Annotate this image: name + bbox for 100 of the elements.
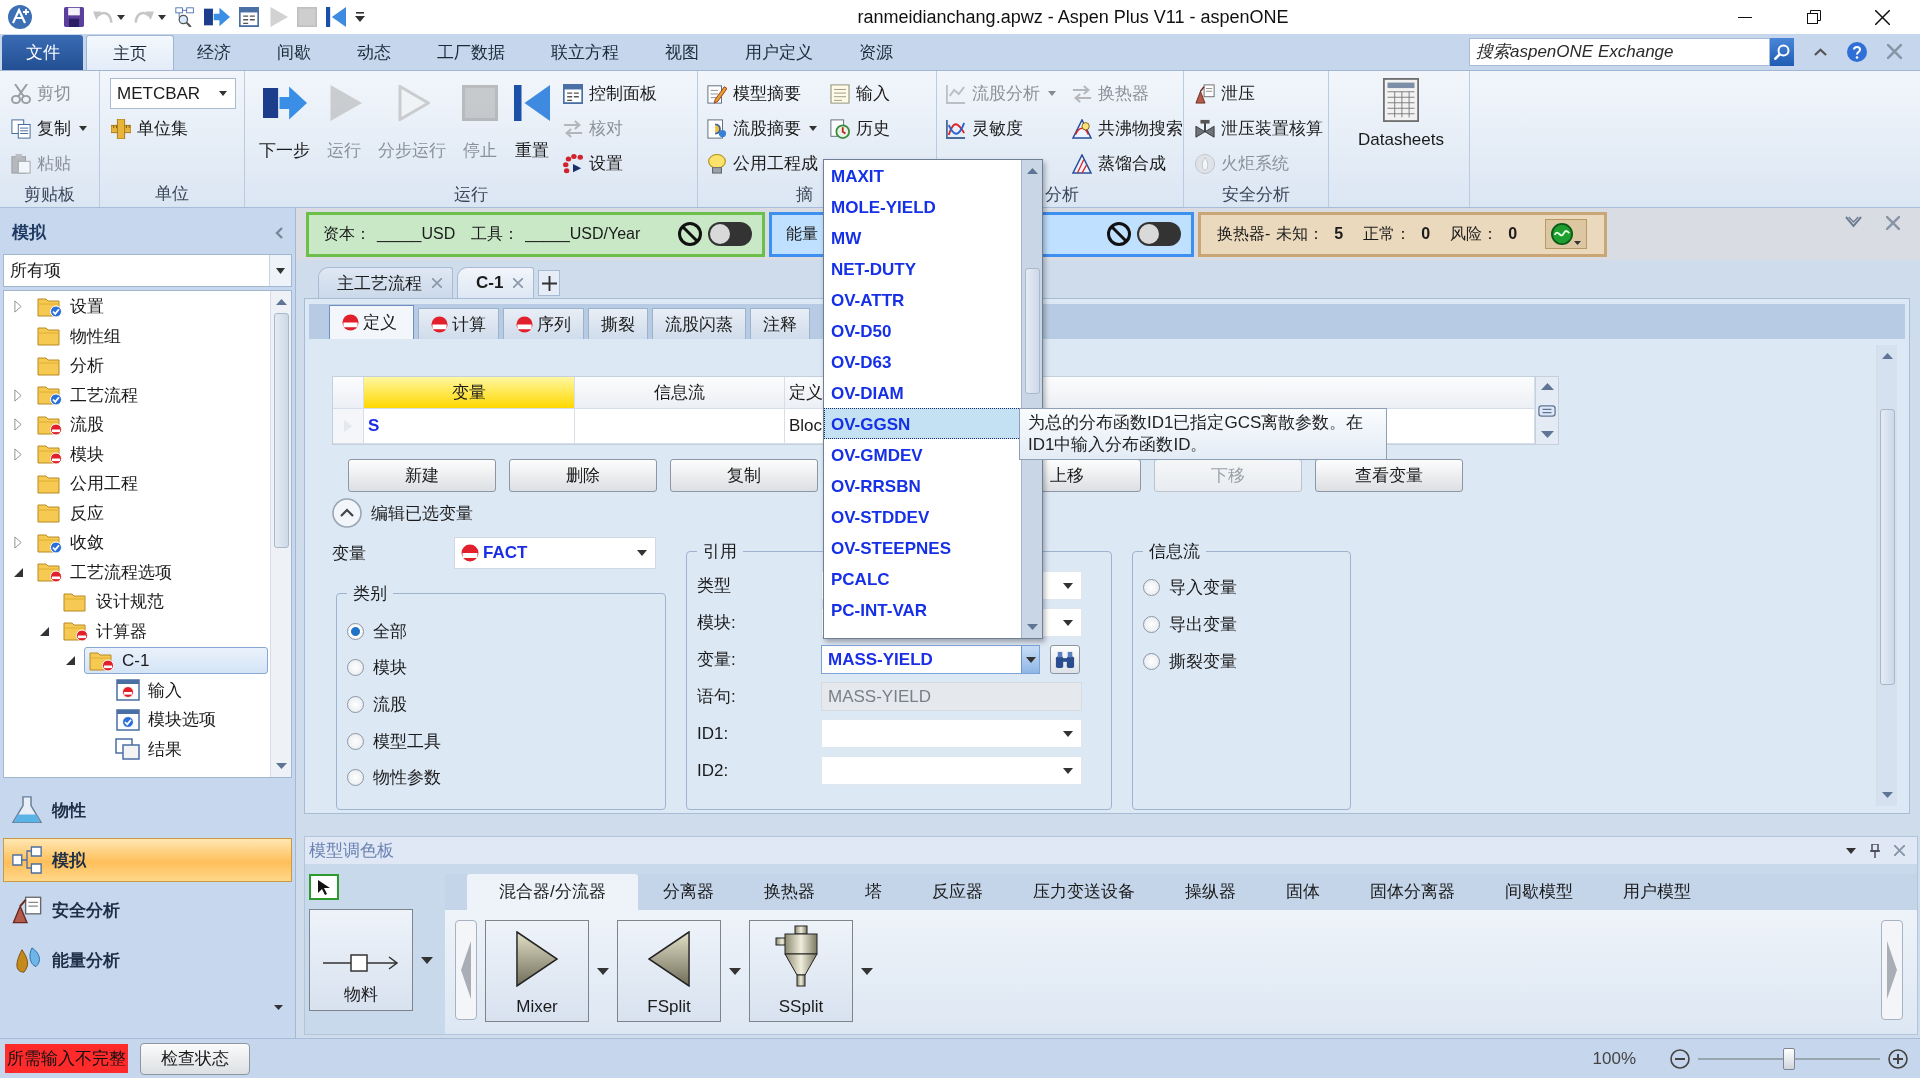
list-option[interactable]: OV-STEEPNES xyxy=(824,532,1021,563)
ribbon-tab[interactable]: 用户定义 xyxy=(722,35,836,70)
ribbon-tab[interactable]: 间歇 xyxy=(254,35,334,70)
collapsed-arrow-icon[interactable] xyxy=(14,447,22,461)
unit-set-select[interactable]: METCBAR xyxy=(110,78,236,109)
palette-tab[interactable]: 固体 xyxy=(1260,874,1345,910)
logo-icon[interactable] xyxy=(8,5,32,29)
caret-icon[interactable] xyxy=(421,956,433,964)
radio-button[interactable] xyxy=(347,769,364,787)
tree-item[interactable]: 结果 xyxy=(110,735,187,763)
scrollbar-thumb[interactable] xyxy=(1879,409,1895,685)
list-option[interactable]: OV-GGSN xyxy=(824,408,1021,439)
list-option[interactable]: MOLE-YIELD xyxy=(824,191,1021,222)
close-icon[interactable] xyxy=(1875,9,1890,25)
list-option[interactable]: OV-D63 xyxy=(824,346,1021,377)
caret-icon[interactable] xyxy=(1846,847,1856,854)
column-header[interactable]: 信息流 xyxy=(575,377,785,409)
form-tab[interactable]: 计算 xyxy=(418,308,499,339)
ribbon-button[interactable]: 蒸馏合成 xyxy=(1069,146,1186,181)
document-tab[interactable]: C-1 xyxy=(457,267,535,298)
navigation-pane-button[interactable]: 安全分析 xyxy=(3,888,292,932)
tree-item[interactable]: 反应 xyxy=(32,499,109,527)
chevron-up-icon[interactable] xyxy=(332,498,362,528)
tree-item[interactable]: 计算器 xyxy=(58,617,152,645)
chevron-left-icon[interactable] xyxy=(275,226,283,239)
caret-icon[interactable] xyxy=(861,967,873,975)
expanded-arrow-icon[interactable] xyxy=(13,567,23,577)
scrollbar-thumb[interactable] xyxy=(273,313,289,548)
scroll-up-icon[interactable] xyxy=(1881,353,1893,359)
navigation-pane-button[interactable]: 物性 xyxy=(3,788,292,832)
list-option[interactable]: NET-DUTY xyxy=(824,253,1021,284)
scrollbar[interactable] xyxy=(1876,345,1897,806)
collapsed-arrow-icon[interactable] xyxy=(14,536,22,550)
tree-item[interactable]: 工艺流程 xyxy=(32,381,143,409)
zoom-slider[interactable] xyxy=(1698,1047,1880,1070)
list-option[interactable]: OV-DIAM xyxy=(824,377,1021,408)
scroll-up-icon[interactable] xyxy=(1026,168,1038,174)
radio-button[interactable] xyxy=(1143,579,1160,596)
scrollbar[interactable] xyxy=(270,291,291,777)
ribbon-button[interactable]: 泄压 xyxy=(1192,76,1326,111)
scroll-left-button[interactable] xyxy=(455,920,477,1020)
palette-tab[interactable]: 分离器 xyxy=(637,874,739,910)
list-option[interactable]: PCALC xyxy=(824,563,1021,594)
palette-tab[interactable]: 压力变送设备 xyxy=(1007,874,1160,910)
radio-button[interactable] xyxy=(347,696,364,713)
radio-button[interactable] xyxy=(1143,616,1160,633)
scrollbar-thumb[interactable] xyxy=(1024,268,1040,394)
form-button[interactable]: 删除 xyxy=(509,459,657,492)
ribbon-button[interactable]: 复制 xyxy=(8,111,90,146)
control-panel-icon[interactable] xyxy=(239,7,259,27)
pin-icon[interactable] xyxy=(1870,843,1880,858)
palette-tab[interactable]: 固体分离器 xyxy=(1344,874,1480,910)
skip-back-icon[interactable] xyxy=(326,7,346,27)
expanded-arrow-icon[interactable] xyxy=(65,656,75,666)
palette-tab[interactable]: 塔 xyxy=(839,874,907,910)
ribbon-tab[interactable]: 联立方程 xyxy=(528,35,642,70)
navigation-pane-button[interactable]: 模拟 xyxy=(3,838,292,882)
tree-item[interactable]: 流股 xyxy=(32,411,109,439)
navigation-pane-button[interactable]: 能量分析 xyxy=(3,938,292,982)
caret-icon[interactable] xyxy=(729,967,741,975)
expanded-arrow-icon[interactable] xyxy=(39,626,49,636)
radio-button[interactable] xyxy=(1143,653,1160,670)
search-field[interactable]: 搜索aspenONE Exchange xyxy=(1469,37,1770,66)
scroll-down-icon[interactable] xyxy=(1026,624,1038,630)
file-menu-button[interactable]: 文件 xyxy=(2,35,83,70)
ribbon-tab[interactable]: 工厂数据 xyxy=(414,35,528,70)
tree-item[interactable]: 物性组 xyxy=(32,322,126,350)
scroll-right-button[interactable] xyxy=(1881,920,1903,1020)
list-option[interactable]: OV-ATTR xyxy=(824,284,1021,315)
list-option[interactable]: MW xyxy=(824,222,1021,253)
check-status-button[interactable]: 检查状态 xyxy=(140,1042,250,1075)
ribbon-button[interactable]: 重置 xyxy=(508,76,556,162)
form-tab[interactable]: 撕裂 xyxy=(588,308,648,339)
tree-item[interactable]: 工艺流程选项 xyxy=(32,558,177,586)
search-button[interactable] xyxy=(1770,37,1794,66)
tree-item[interactable]: 公用工程 xyxy=(32,470,143,498)
help-icon[interactable] xyxy=(1847,41,1867,62)
ribbon-button[interactable]: 泄压装置核算 xyxy=(1192,111,1326,146)
ribbon-button[interactable]: 设置 xyxy=(560,146,660,181)
model-tile[interactable]: 物料 xyxy=(309,909,413,1011)
customize-icon[interactable] xyxy=(355,12,365,22)
collapsed-arrow-icon[interactable] xyxy=(14,418,22,432)
ribbon-button[interactable]: 流股摘要 xyxy=(704,111,821,146)
status-menu-button[interactable] xyxy=(1545,219,1588,249)
form-tab[interactable]: 序列 xyxy=(503,308,584,339)
tree-item[interactable]: 输入 xyxy=(110,676,187,704)
model-tile[interactable]: Mixer xyxy=(485,920,589,1022)
select-field[interactable] xyxy=(821,756,1082,785)
tree-item[interactable]: 设计规范 xyxy=(58,588,169,616)
find-button[interactable] xyxy=(1050,645,1080,674)
ribbon-tab[interactable]: 动态 xyxy=(334,35,414,70)
collapsed-arrow-icon[interactable] xyxy=(14,388,22,402)
ribbon-button[interactable]: 公用工程成 xyxy=(704,146,821,181)
list-option[interactable]: OV-D50 xyxy=(824,315,1021,346)
palette-tab[interactable]: 反应器 xyxy=(906,874,1008,910)
tree-item[interactable]: 分析 xyxy=(32,352,109,380)
ribbon-button[interactable]: 历史 xyxy=(827,111,893,146)
model-tile[interactable]: FSplit xyxy=(617,920,721,1022)
form-tab[interactable]: 流股闪蒸 xyxy=(652,308,746,339)
column-header[interactable]: 变量 xyxy=(364,377,575,409)
